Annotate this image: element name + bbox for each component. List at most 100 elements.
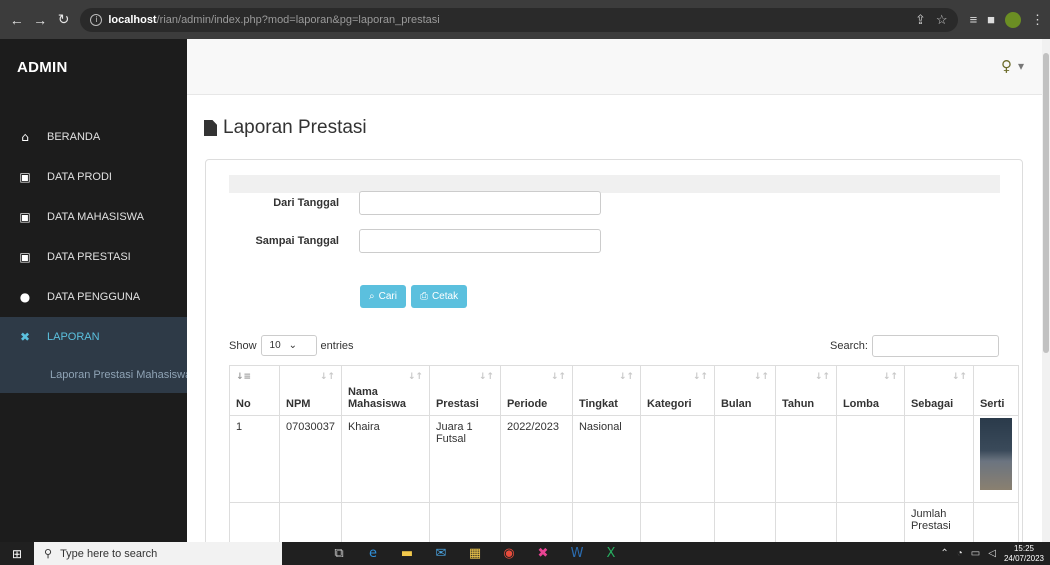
search-button[interactable]: ⌕ Cari	[360, 285, 406, 308]
cell-periode: 2022/2023	[499, 415, 573, 503]
column-header-no[interactable]: ↓≡ No	[229, 365, 280, 416]
browser-toolbar: ← → ↻ i localhost/rian/admin/index.php?m…	[0, 0, 1050, 39]
chrome-icon[interactable]: ◉	[492, 542, 526, 565]
report-table: ↓≡ No ↓↑ NPM ↓↑ Nama Mahasiswa ↓↑ Prestasi ↓…	[229, 365, 1019, 542]
sidebar-item-data-mahasiswa[interactable]: ▣ DATA MAHASISWA	[0, 197, 187, 237]
taskbar-search[interactable]: ⚲ Type here to search	[34, 542, 282, 565]
url-path: /rian/admin/index.php?mod=laporan&pg=lap…	[156, 13, 440, 26]
table-search-input[interactable]	[871, 335, 999, 357]
user-menu[interactable]: ♀ ▾	[1001, 57, 1024, 75]
chevron-up-icon[interactable]: ⌃	[940, 548, 948, 559]
cell-nama: Khaira	[340, 415, 430, 503]
submenu-laporan-prestasi[interactable]: Laporan Prestasi Mahasiswa	[0, 357, 187, 393]
taskbar-search-placeholder: Type here to search	[60, 547, 158, 560]
word-icon[interactable]: W	[560, 542, 594, 565]
total-label: Jumlah Prestasi	[903, 502, 974, 542]
sidebar-item-beranda[interactable]: ⌂ BERANDA	[0, 117, 187, 157]
sidebar-item-data-prodi[interactable]: ▣ DATA PRODI	[0, 157, 187, 197]
sort-icon: ↓↑	[618, 372, 634, 382]
edge-icon[interactable]: e	[356, 542, 390, 565]
cell-no: 1	[229, 415, 280, 503]
store-icon[interactable]: ▦	[458, 542, 492, 565]
table-search: Search:	[830, 335, 999, 357]
volume-icon[interactable]: ◁	[988, 548, 996, 559]
column-header-kategori[interactable]: ↓↑ Kategori	[639, 365, 715, 416]
to-date-input[interactable]	[359, 229, 601, 253]
profile-avatar[interactable]	[1005, 11, 1022, 28]
forward-icon[interactable]: →	[29, 9, 50, 31]
search-button-label: Cari	[378, 291, 397, 302]
windows-start-icon[interactable]: ⊞	[0, 542, 34, 565]
column-header-prestasi[interactable]: ↓↑ Prestasi	[428, 365, 501, 416]
column-header-bulan[interactable]: ↓↑ Bulan	[713, 365, 776, 416]
page-scrollbar[interactable]	[1042, 39, 1050, 542]
print-button[interactable]: ⎙ Cetak	[410, 285, 468, 308]
sidebar-item-label: BERANDA	[47, 131, 101, 143]
cell-tingkat: Nasional	[571, 415, 641, 503]
sidebar-item-data-prestasi[interactable]: ▣ DATA PRESTASI	[0, 237, 187, 277]
home-icon: ⌂	[21, 130, 29, 144]
bookmark-star-icon[interactable]: ☆	[936, 12, 948, 28]
sort-icon: ↓↑	[951, 372, 967, 382]
column-header-tingkat[interactable]: ↓↑ Tingkat	[571, 365, 641, 416]
sidebar-item-label: DATA MAHASISWA	[47, 211, 144, 223]
address-bar[interactable]: i localhost/rian/admin/index.php?mod=lap…	[80, 7, 958, 32]
url-host: localhost	[108, 13, 157, 26]
mail-icon[interactable]: ✉	[424, 542, 458, 565]
entries-length: Show 10 ⌄ entries	[229, 335, 354, 356]
column-header-periode[interactable]: ↓↑ Periode	[499, 365, 573, 416]
chevron-down-icon: ⌄	[288, 340, 298, 351]
file-explorer-icon[interactable]: ▬	[390, 542, 424, 565]
wrench-icon: ✖	[19, 330, 31, 344]
column-header-nama[interactable]: ↓↑ Nama Mahasiswa	[340, 365, 430, 416]
brand-title[interactable]: ADMIN	[0, 39, 187, 95]
entries-select[interactable]: 10 ⌄	[260, 335, 317, 356]
search-icon: ⌕	[369, 291, 375, 302]
battery-icon[interactable]: ▭	[971, 548, 980, 559]
sort-icon: ↓↑	[814, 372, 830, 382]
table-header-row: ↓≡ No ↓↑ NPM ↓↑ Nama Mahasiswa ↓↑ Prestasi ↓…	[229, 365, 1019, 416]
sidebar-item-data-pengguna[interactable]: ● DATA PENGGUNA	[0, 277, 187, 317]
system-clock[interactable]: 15:25 24/07/2023	[1004, 544, 1044, 564]
sidebar-item-label: DATA PRESTASI	[47, 251, 131, 263]
cell-bulan	[713, 415, 776, 503]
to-date-row: Sampai Tanggal	[229, 229, 601, 253]
calendar-icon: ▣	[19, 170, 31, 184]
cell-tahun	[774, 415, 837, 503]
sort-icon: ↓↑	[882, 372, 898, 382]
share-icon[interactable]: ⇪	[915, 12, 926, 28]
reading-list-icon[interactable]: ≡	[970, 12, 978, 27]
column-header-lomba[interactable]: ↓↑ Lomba	[835, 365, 905, 416]
excel-icon[interactable]: X	[594, 542, 628, 565]
column-header-sebagai[interactable]: ↓↑ Sebagai	[903, 365, 974, 416]
sort-icon: ↓↑	[550, 372, 566, 382]
print-button-label: Cetak	[431, 291, 459, 302]
taskbar-apps: ⧉ e ▬ ✉ ▦ ◉ ✖ W X	[322, 542, 628, 565]
scroll-thumb[interactable]	[1043, 53, 1049, 353]
file-icon	[204, 120, 217, 136]
clock-time: 15:25	[1013, 543, 1034, 553]
cell-prestasi: Juara 1 Futsal	[428, 415, 501, 503]
certificate-thumbnail[interactable]	[979, 418, 1012, 490]
back-icon[interactable]: ←	[6, 9, 27, 31]
sidebar-item-laporan[interactable]: ✖ LAPORAN	[0, 317, 187, 357]
window-icon[interactable]: ■	[987, 12, 995, 27]
cell-kategori	[639, 415, 715, 503]
main-content: Laporan Prestasi Dari Tanggal Sampai Tan…	[187, 95, 1042, 542]
network-icon[interactable]: ◔	[957, 548, 963, 559]
column-header-sertifikat[interactable]: Serti	[972, 365, 1019, 416]
search-label: Search:	[830, 340, 868, 352]
sidebar-item-label: DATA PENGGUNA	[47, 291, 141, 303]
column-header-tahun[interactable]: ↓↑ Tahun	[774, 365, 837, 416]
column-header-npm[interactable]: ↓↑ NPM	[279, 365, 342, 416]
sort-icon: ↓↑	[753, 372, 769, 382]
user-icon: ●	[19, 290, 31, 304]
browser-menu-icon[interactable]: ⋮	[1031, 12, 1044, 28]
task-view-icon[interactable]: ⧉	[322, 542, 356, 565]
reload-icon[interactable]: ↻	[53, 9, 74, 31]
xampp-icon[interactable]: ✖	[526, 542, 560, 565]
sort-icon: ↓↑	[692, 372, 708, 382]
form-actions: ⌕ Cari ⎙ Cetak	[360, 285, 468, 308]
site-info-icon[interactable]: i	[90, 13, 103, 26]
from-date-input[interactable]	[359, 191, 601, 215]
